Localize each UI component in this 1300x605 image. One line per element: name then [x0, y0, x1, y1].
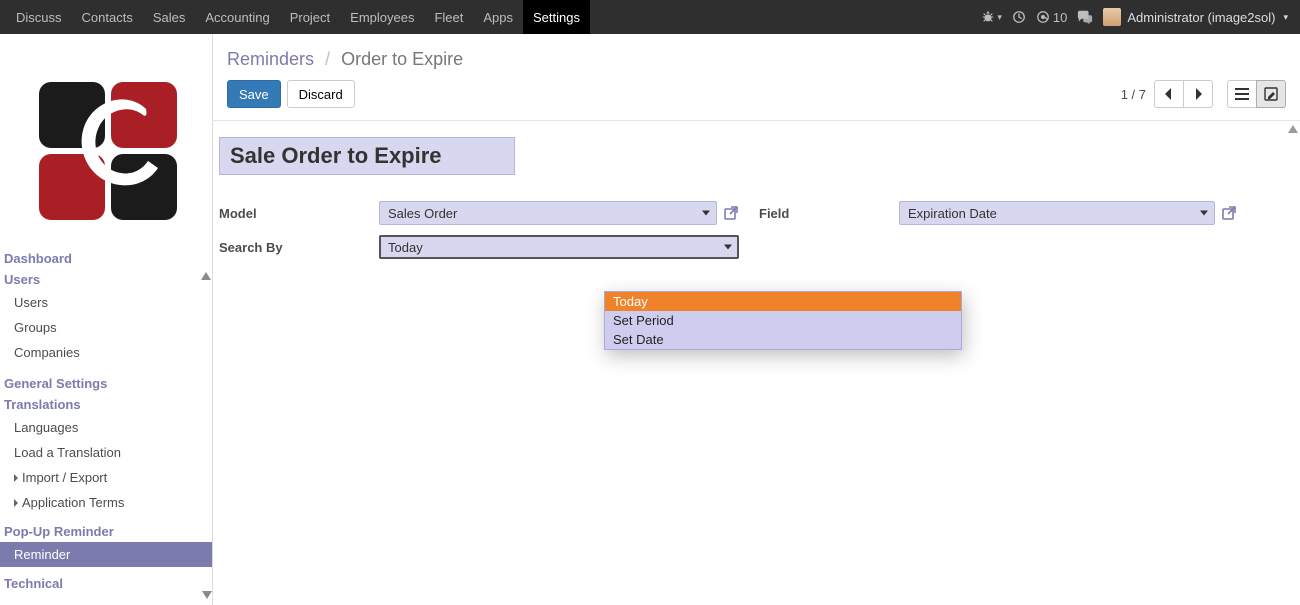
sidebar-item-import-export[interactable]: Import / Export	[0, 465, 212, 490]
dropdown-option-today[interactable]: Today	[605, 292, 961, 311]
sidebar-scroll-up-icon[interactable]	[200, 272, 212, 280]
sidebar-item-groups[interactable]: Groups	[0, 315, 212, 340]
breadcrumb-current: Order to Expire	[341, 49, 463, 69]
pager: 1 / 7	[1121, 80, 1286, 108]
pager-counter: 1 / 7	[1121, 87, 1146, 102]
nav-fleet[interactable]: Fleet	[424, 0, 473, 34]
sidebar-item-load-translation[interactable]: Load a Translation	[0, 440, 212, 465]
external-link-icon[interactable]	[1221, 205, 1237, 221]
pager-prev-button[interactable]	[1154, 80, 1184, 108]
label-field: Field	[739, 206, 899, 221]
field-select-value: Expiration Date	[908, 206, 997, 221]
sidebar-item-languages[interactable]: Languages	[0, 415, 212, 440]
discard-button[interactable]: Discard	[287, 80, 355, 108]
user-menu[interactable]: Administrator (image2sol) ▾	[1103, 8, 1288, 26]
mentions-indicator[interactable]: 10	[1036, 10, 1067, 25]
search-by-dropdown: Today Set Period Set Date	[604, 291, 962, 350]
nav-contacts[interactable]: Contacts	[72, 0, 143, 34]
search-by-select-value: Today	[388, 240, 423, 255]
search-by-select[interactable]: Today	[379, 235, 739, 259]
toolbar: Save Discard 1 / 7	[213, 80, 1300, 120]
user-name: Administrator (image2sol)	[1127, 10, 1275, 25]
nav-apps[interactable]: Apps	[473, 0, 523, 34]
sidebar-item-reminder[interactable]: Reminder	[0, 542, 212, 567]
mentions-count: 10	[1053, 10, 1067, 25]
sidebar-header-popup-reminder[interactable]: Pop-Up Reminder	[0, 521, 212, 542]
sidebar-header-translations[interactable]: Translations	[0, 394, 212, 415]
form-sheet: Sale Order to Expire Model Sales Order F…	[213, 120, 1300, 269]
nav-employees[interactable]: Employees	[340, 0, 424, 34]
sidebar-header-general-settings[interactable]: General Settings	[0, 373, 212, 394]
nav-discuss[interactable]: Discuss	[6, 0, 72, 34]
conversations-icon[interactable]	[1077, 10, 1093, 24]
view-form-button[interactable]	[1256, 80, 1286, 108]
content-area: Reminders / Order to Expire Save Discard…	[213, 34, 1300, 605]
pager-next-button[interactable]	[1183, 80, 1213, 108]
dropdown-option-set-period[interactable]: Set Period	[605, 311, 961, 330]
sidebar-header-users[interactable]: Users	[0, 269, 212, 290]
sidebar-header-technical[interactable]: Technical	[0, 573, 212, 594]
avatar	[1103, 8, 1121, 26]
chevron-down-icon: ▾	[1283, 12, 1288, 23]
save-button[interactable]: Save	[227, 80, 281, 108]
nav-accounting[interactable]: Accounting	[195, 0, 279, 34]
top-navbar: Discuss Contacts Sales Accounting Projec…	[0, 0, 1300, 34]
chevron-down-icon: ▾	[997, 12, 1002, 23]
breadcrumb-root[interactable]: Reminders	[227, 49, 314, 69]
dropdown-option-set-date[interactable]: Set Date	[605, 330, 961, 349]
label-model: Model	[219, 206, 379, 221]
field-select[interactable]: Expiration Date	[899, 201, 1215, 225]
app-logo	[0, 34, 212, 248]
pager-nav	[1154, 80, 1213, 108]
nav-project[interactable]: Project	[280, 0, 340, 34]
sidebar-item-users[interactable]: Users	[0, 290, 212, 315]
model-select-value: Sales Order	[388, 206, 457, 221]
clock-icon[interactable]	[1012, 10, 1026, 24]
external-link-icon[interactable]	[723, 205, 739, 221]
nav-settings[interactable]: Settings	[523, 0, 590, 34]
model-select[interactable]: Sales Order	[379, 201, 717, 225]
sidebar: Dashboard Users Users Groups Companies G…	[0, 34, 213, 605]
sidebar-header-dashboard[interactable]: Dashboard	[0, 248, 212, 269]
label-search-by: Search By	[219, 240, 379, 255]
sheet-scroll-up-icon[interactable]	[1288, 125, 1298, 133]
bug-icon[interactable]: ▾	[981, 10, 1002, 24]
record-title-input[interactable]: Sale Order to Expire	[219, 137, 515, 175]
sidebar-item-companies[interactable]: Companies	[0, 340, 212, 365]
view-switch	[1227, 80, 1286, 108]
sidebar-scroll-down-icon[interactable]	[202, 591, 212, 599]
breadcrumb-separator: /	[319, 49, 336, 69]
nav-sales[interactable]: Sales	[143, 0, 196, 34]
view-list-button[interactable]	[1227, 80, 1257, 108]
sidebar-item-application-terms[interactable]: Application Terms	[0, 490, 212, 515]
breadcrumb: Reminders / Order to Expire	[227, 49, 463, 70]
